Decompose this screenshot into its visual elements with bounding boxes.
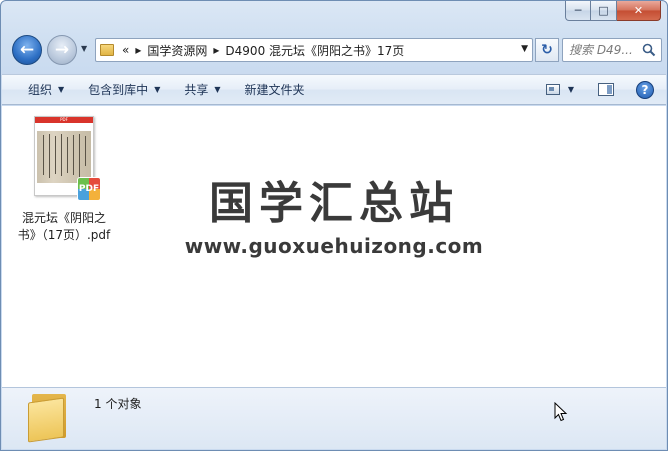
watermark-url: www.guoxuehuizong.com: [184, 234, 484, 258]
address-dropdown-icon[interactable]: ▼: [521, 44, 528, 54]
chevron-down-icon: ▼: [58, 85, 65, 94]
chevron-right-icon[interactable]: ▸: [135, 43, 141, 57]
toolbar-right: ▼ ?: [545, 75, 654, 104]
maximize-button[interactable]: □: [591, 1, 617, 21]
navigation-bar: ← → ▼ « ▸ 国学资源网 ▸ D4900 混元坛《阴阳之书》17页 ▼ ↻: [9, 35, 662, 67]
back-button[interactable]: ←: [12, 35, 42, 65]
include-in-library-label: 包含到库中: [88, 83, 149, 97]
folder-icon: [100, 44, 114, 56]
refresh-button[interactable]: ↻: [535, 38, 559, 62]
chevron-down-icon: ▼: [214, 85, 221, 94]
chevron-down-icon: ▼: [154, 85, 161, 94]
command-bar: 组织 ▼ 包含到库中 ▼ 共享 ▼ 新建文件夹 ▼ ?: [2, 74, 666, 105]
watermark-title: 国学汇总站: [209, 178, 459, 229]
share-menu[interactable]: 共享 ▼: [172, 75, 232, 104]
search-input[interactable]: [569, 43, 641, 57]
address-bar[interactable]: « ▸ 国学资源网 ▸ D4900 混元坛《阴阳之书》17页 ▼: [95, 38, 533, 62]
mouse-cursor-icon: [554, 402, 568, 422]
chevron-right-icon[interactable]: ▸: [213, 43, 219, 57]
file-list[interactable]: PDF PDF 混元坛《阴阳之 书》（17页）.pdf 国学汇总站 www.gu…: [2, 106, 666, 387]
refresh-icon: ↻: [541, 42, 553, 58]
share-label: 共享: [184, 83, 209, 97]
minimize-button[interactable]: ─: [565, 1, 591, 21]
forward-button[interactable]: →: [47, 35, 77, 65]
details-pane: 1 个对象: [2, 387, 666, 449]
address-overflow-icon[interactable]: «: [122, 43, 129, 57]
folder-icon: [28, 392, 70, 443]
view-options-dropdown-icon[interactable]: ▼: [568, 85, 574, 94]
new-folder-button[interactable]: 新建文件夹: [233, 75, 317, 104]
help-icon[interactable]: ?: [636, 80, 654, 99]
recent-pages-dropdown[interactable]: ▼: [81, 44, 87, 53]
organize-menu[interactable]: 组织 ▼: [16, 75, 76, 104]
caption-buttons: ─ □ ✕: [565, 1, 661, 21]
organize-label: 组织: [28, 83, 53, 97]
include-in-library-menu[interactable]: 包含到库中 ▼: [76, 75, 172, 104]
preview-pane-icon[interactable]: [598, 83, 614, 96]
back-arrow-icon: ←: [19, 40, 35, 60]
change-view-icon[interactable]: [545, 84, 560, 95]
thumb-header: PDF: [35, 117, 93, 123]
watermark: 国学汇总站 www.guoxuehuizong.com: [2, 176, 666, 258]
close-button[interactable]: ✕: [617, 1, 661, 21]
search-box[interactable]: [562, 38, 662, 62]
forward-arrow-icon: →: [54, 40, 70, 60]
explorer-window: ─ □ ✕ ← → ▼ « ▸ 国学资源网 ▸ D4900 混元坛《阴阳之书》1…: [0, 0, 668, 451]
new-folder-label: 新建文件夹: [244, 83, 305, 97]
object-count: 1 个对象: [94, 397, 142, 411]
search-icon[interactable]: [642, 43, 656, 57]
breadcrumb-current[interactable]: D4900 混元坛《阴阳之书》17页: [225, 42, 404, 59]
breadcrumb-root[interactable]: 国学资源网: [147, 42, 207, 59]
